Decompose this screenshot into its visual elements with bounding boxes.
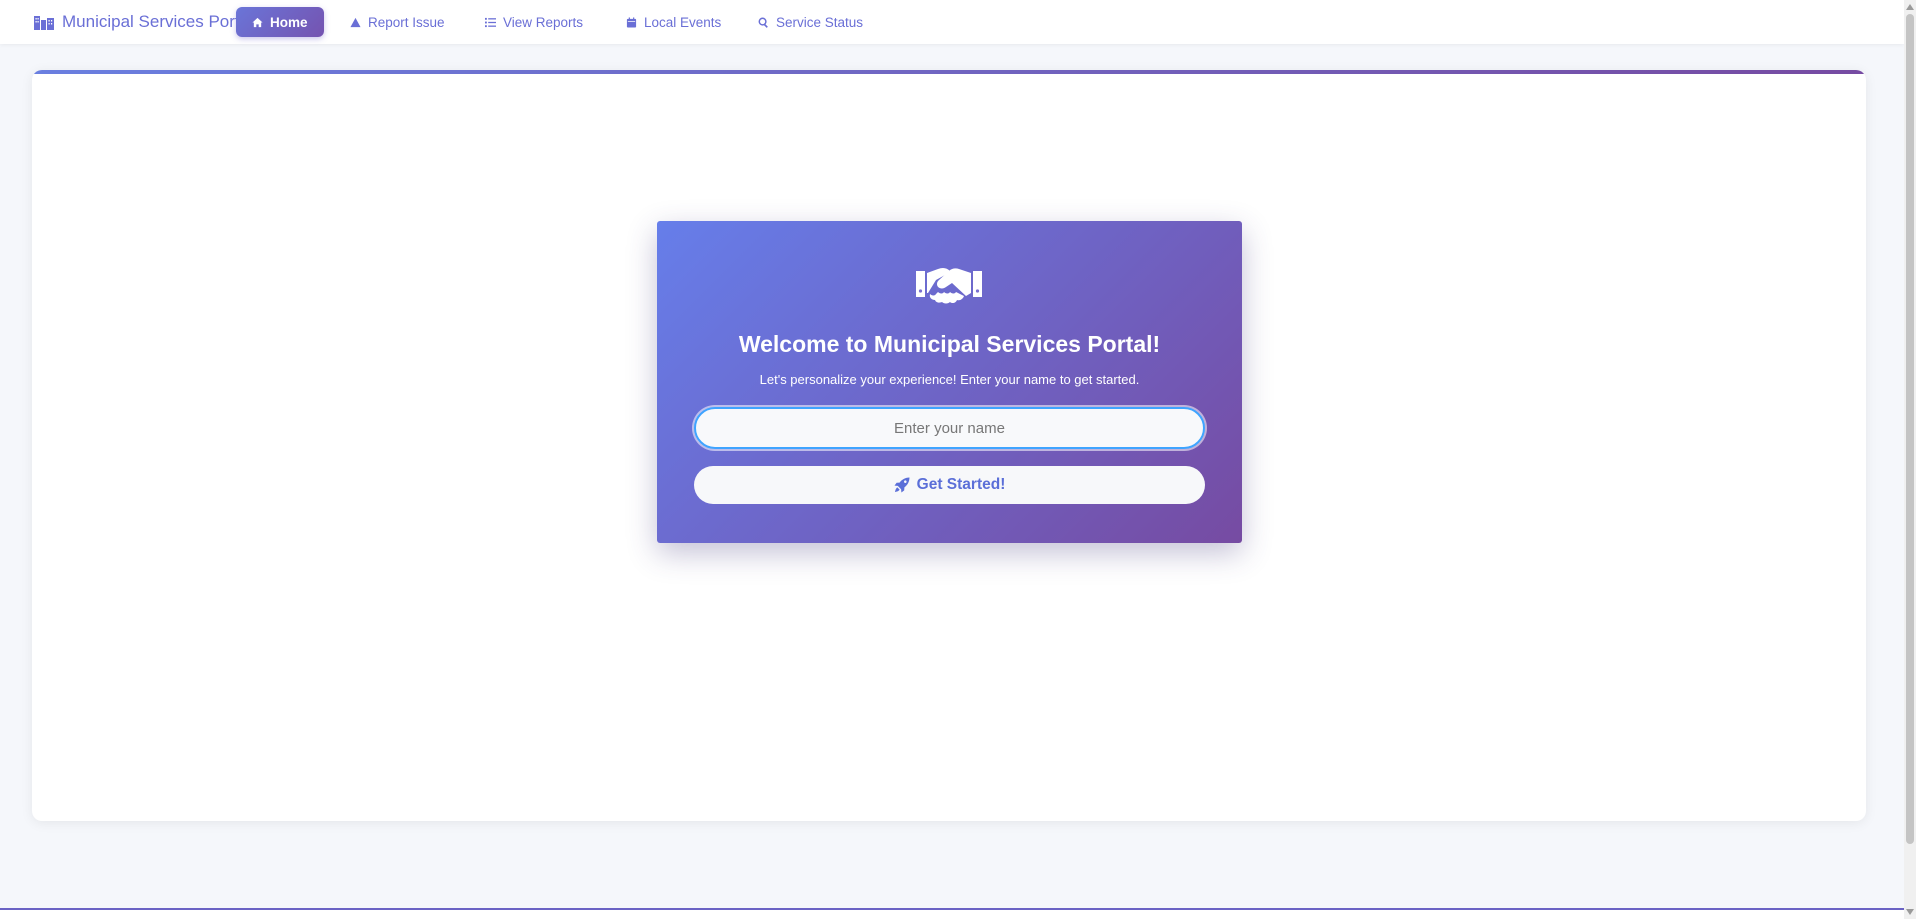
home-icon xyxy=(252,17,263,27)
get-started-button[interactable]: Get Started! xyxy=(694,466,1205,504)
brand[interactable]: Municipal Services Portal xyxy=(34,0,253,44)
page-scrollbar[interactable] xyxy=(1904,0,1916,919)
nav-local-events[interactable]: Local Events xyxy=(610,7,737,37)
name-input[interactable] xyxy=(694,407,1205,449)
scroll-up-arrow-icon[interactable] xyxy=(1906,4,1914,10)
nav-service-status-label: Service Status xyxy=(776,14,864,30)
bottom-strip xyxy=(0,908,1904,919)
welcome-title: Welcome to Municipal Services Portal! xyxy=(738,331,1161,357)
nav-view-reports[interactable]: View Reports xyxy=(469,7,599,37)
list-icon xyxy=(485,17,496,27)
welcome-subtitle: Let's personalize your experience! Enter… xyxy=(759,372,1140,387)
scroll-down-arrow-icon[interactable] xyxy=(1906,909,1914,915)
nav-service-status[interactable]: Service Status xyxy=(742,7,879,37)
card-accent-bar xyxy=(32,70,1866,74)
get-started-label: Get Started! xyxy=(916,476,1006,493)
nav-local-events-label: Local Events xyxy=(644,14,722,30)
nav-report-issue[interactable]: Report Issue xyxy=(334,7,461,37)
building-icon xyxy=(34,16,54,30)
nav-home[interactable]: Home xyxy=(236,7,324,37)
top-navbar: Municipal Services Portal Home Report Is… xyxy=(0,0,1904,44)
nav-report-issue-label: Report Issue xyxy=(368,14,445,30)
welcome-dialog: Welcome to Municipal Services Portal! Le… xyxy=(657,221,1242,543)
rocket-icon xyxy=(894,477,910,493)
warning-icon xyxy=(350,17,361,27)
scrollbar-thumb[interactable] xyxy=(1906,14,1914,844)
nav-view-reports-label: View Reports xyxy=(503,14,584,30)
search-icon xyxy=(758,17,768,28)
calendar-icon xyxy=(626,16,637,28)
brand-label: Municipal Services Portal xyxy=(62,12,253,31)
nav-home-label: Home xyxy=(270,14,308,30)
handshake-icon xyxy=(916,267,982,304)
